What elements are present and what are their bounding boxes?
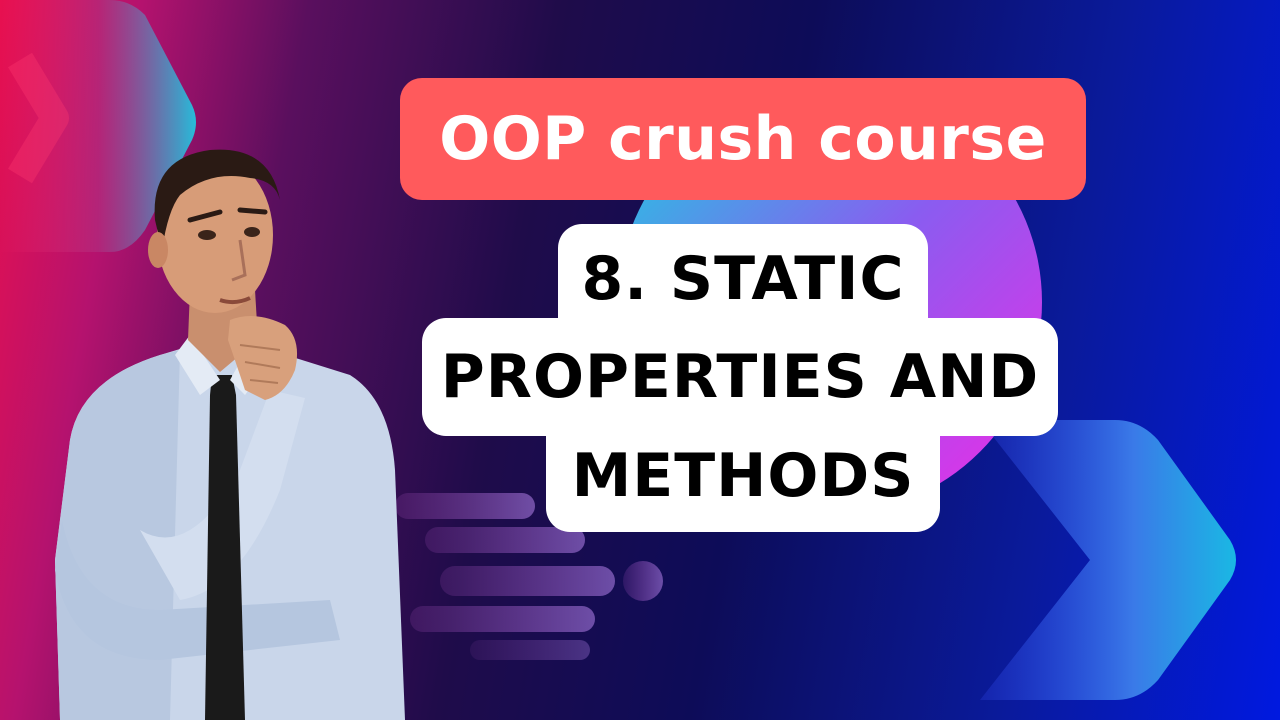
lesson-title-box: PROPERTIES AND 8. STATIC METHODS (0, 0, 1280, 720)
lesson-title-line-1: 8. STATIC (558, 224, 928, 334)
lesson-title-text-1: 8. STATIC (581, 244, 905, 314)
lesson-title-line-2: PROPERTIES AND (422, 318, 1058, 436)
lesson-title-text-3: METHODS (571, 441, 915, 511)
lesson-title-text-2: PROPERTIES AND (440, 342, 1040, 412)
lesson-title-line-3: METHODS (546, 420, 940, 532)
